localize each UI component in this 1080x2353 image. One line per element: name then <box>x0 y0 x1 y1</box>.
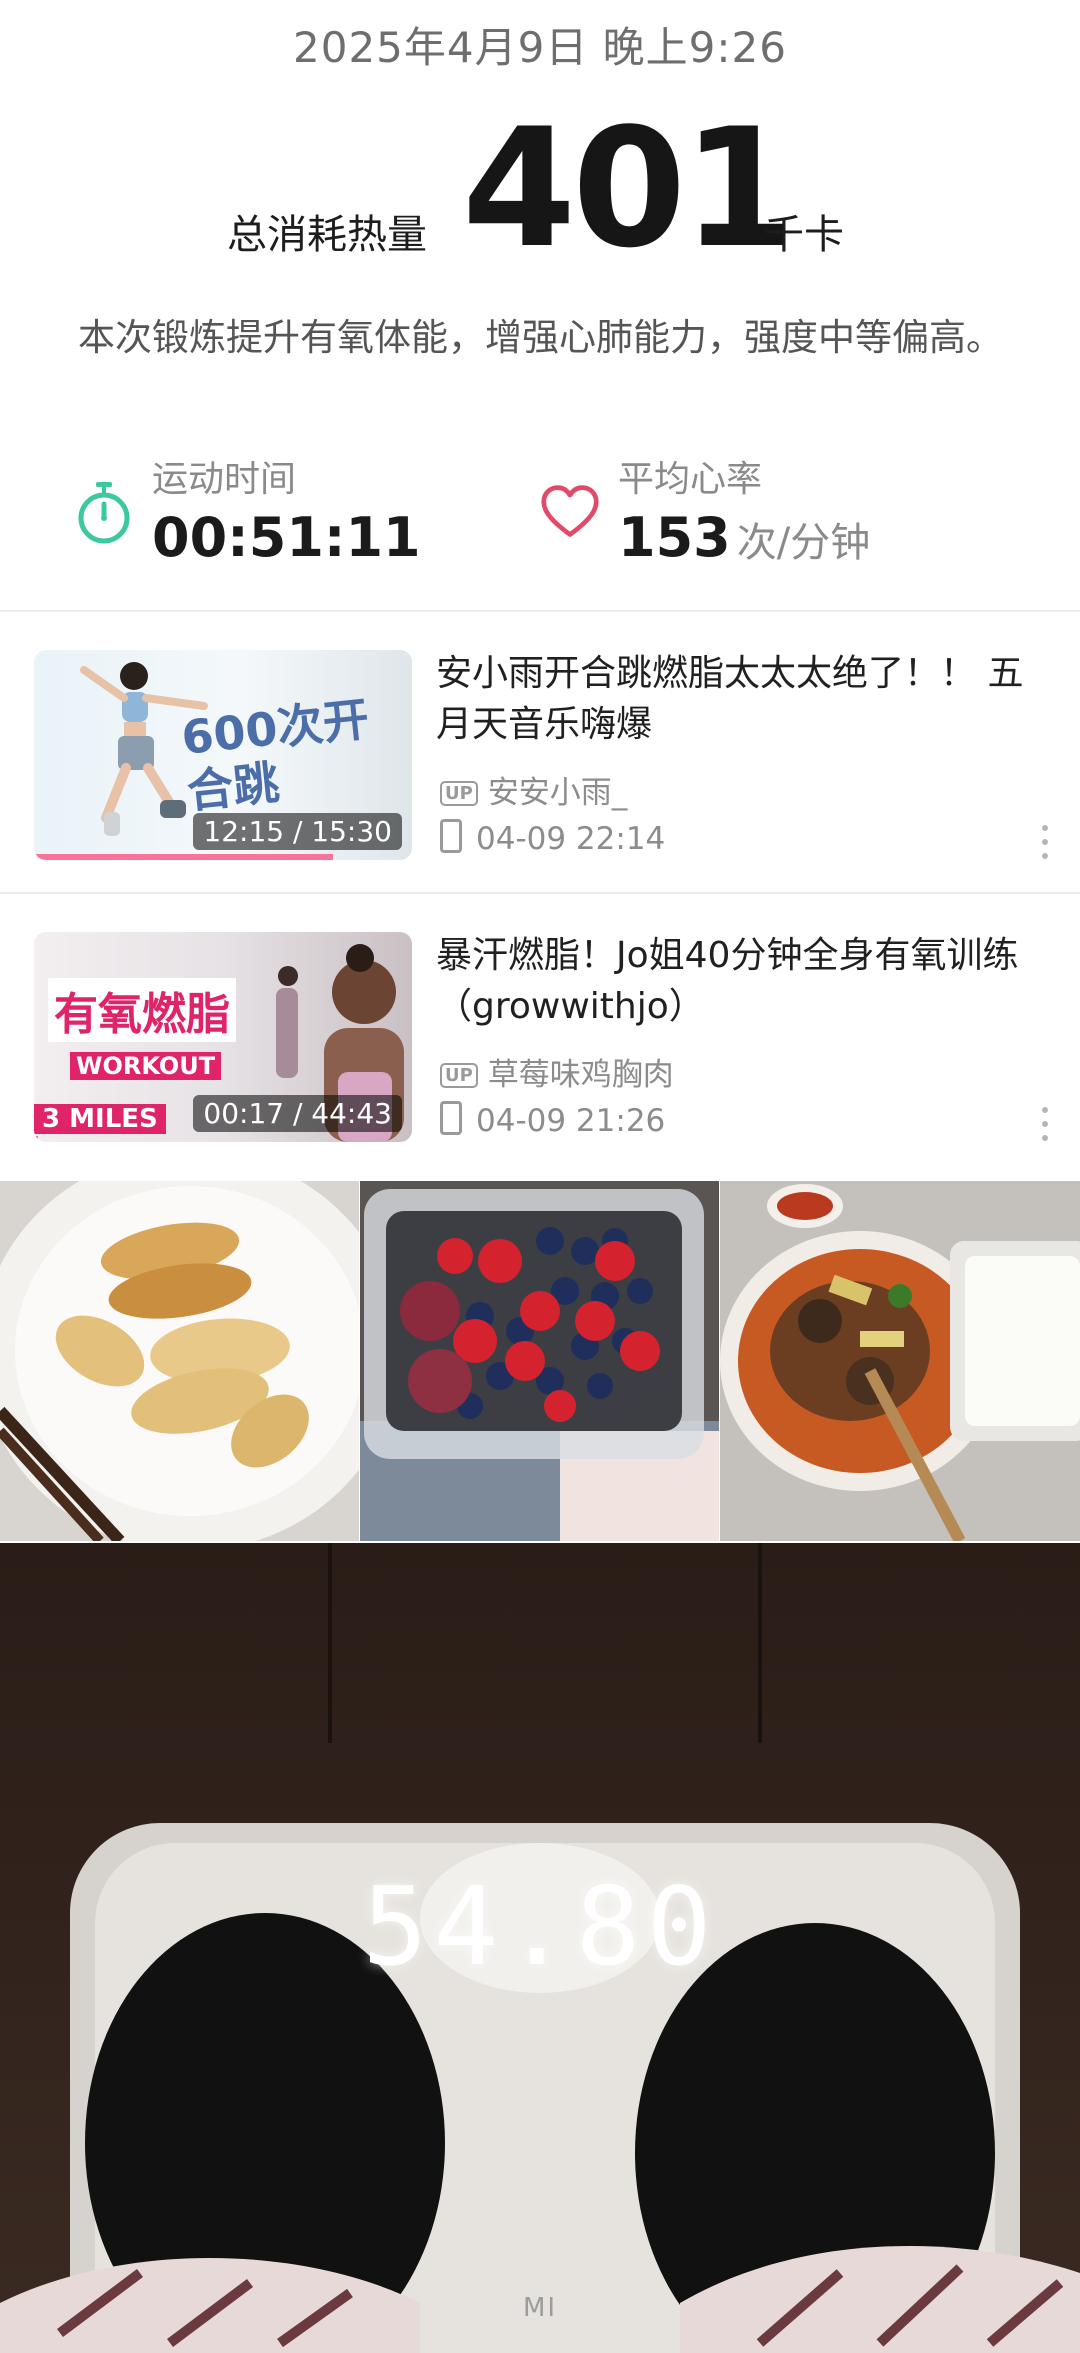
video-duration: 12:15 / 15:30 <box>193 813 402 850</box>
video-title[interactable]: 安小雨开合跳燃脂太太太绝了！！ 五月天音乐嗨爆 <box>436 648 1026 750</box>
noodle-illustration <box>720 1181 1080 1541</box>
video-item[interactable]: 有氧燃脂 WORKOUT 3 MILES 00:17 / 44:43 暴汗燃脂！… <box>0 892 1080 1172</box>
fruit-illustration <box>360 1189 719 1541</box>
workout-summary: 2025年4月9日 晚上9:26 总消耗热量 401 千卡 本次锻炼提升有氧体能… <box>0 0 1080 610</box>
video-title[interactable]: 暴汗燃脂！Jo姐40分钟全身有氧训练（growwithjo） <box>436 930 1026 1032</box>
thumbnail-miles-tag: 3 MILES <box>34 1104 166 1134</box>
more-options-icon[interactable] <box>1040 822 1050 862</box>
video-time-row: 04-09 22:14 <box>440 819 665 857</box>
video-item[interactable]: 600次开合跳 12:15 / 15:30 安小雨开合跳燃脂太太太绝了！！ 五月… <box>0 612 1080 890</box>
noodle-meal-photo[interactable] <box>720 1181 1080 1541</box>
video-uploader-row[interactable]: UP 安安小雨_ <box>440 767 627 812</box>
video-thumbnail[interactable]: 600次开合跳 12:15 / 15:30 <box>34 650 412 860</box>
stopwatch-icon <box>78 482 130 544</box>
duration-value: 00:51:11 <box>152 506 421 569</box>
calories-row: 总消耗热量 401 千卡 <box>0 100 1080 280</box>
heart-icon <box>541 485 599 537</box>
heart-rate-value-line: 153 次/分钟 <box>618 506 870 569</box>
phone-icon <box>440 1101 462 1135</box>
dumplings-illustration <box>0 1181 359 1541</box>
heart-rate-value: 153 <box>618 506 731 569</box>
thumbnail-caption: 600次开合跳 <box>178 691 372 819</box>
video-history-list: 600次开合跳 12:15 / 15:30 安小雨开合跳燃脂太太太绝了！！ 五月… <box>0 610 1080 1177</box>
more-options-icon[interactable] <box>1040 1104 1050 1144</box>
thumbnail-workout-tag: WORKOUT <box>70 1052 222 1080</box>
video-duration: 00:17 / 44:43 <box>193 1095 402 1132</box>
video-uploader[interactable]: 安安小雨_ <box>488 775 628 811</box>
scale-weight-display: 54.80 <box>362 1865 718 1990</box>
thumbnail-caption: 有氧燃脂 <box>48 978 236 1042</box>
video-uploader-row[interactable]: UP 草莓味鸡胸肉 <box>440 1049 674 1094</box>
video-time-row: 04-09 21:26 <box>440 1101 665 1139</box>
weight-scale-photo[interactable]: 54.80 MI <box>0 1543 1080 2353</box>
duration-label: 运动时间 <box>152 459 297 500</box>
calories-label: 总消耗热量 <box>227 212 427 258</box>
dumplings-photo[interactable] <box>0 1181 359 1541</box>
heart-rate-unit: 次/分钟 <box>736 520 871 566</box>
video-watch-time: 04-09 21:26 <box>476 1103 666 1139</box>
scale-brand-logo: MI <box>522 2293 558 2323</box>
watch-progress-bar <box>34 1136 38 1142</box>
workout-datetime: 2025年4月9日 晚上9:26 <box>293 23 787 72</box>
phone-icon <box>440 819 462 853</box>
calories-unit: 千卡 <box>764 212 844 258</box>
fruit-box-photo[interactable] <box>360 1181 719 1541</box>
food-photo-strip <box>0 1181 1080 1541</box>
up-badge-icon: UP <box>440 1063 478 1088</box>
video-thumbnail[interactable]: 有氧燃脂 WORKOUT 3 MILES 00:17 / 44:43 <box>34 932 412 1142</box>
workout-description: 本次锻炼提升有氧体能，增强心肺能力，强度中等偏高。 <box>78 316 1003 359</box>
up-badge-icon: UP <box>440 781 478 806</box>
video-uploader[interactable]: 草莓味鸡胸肉 <box>488 1057 674 1093</box>
calories-value: 401 <box>462 93 796 284</box>
heart-rate-label: 平均心率 <box>618 459 763 500</box>
video-watch-time: 04-09 22:14 <box>476 821 666 857</box>
watch-progress-bar <box>34 854 333 860</box>
